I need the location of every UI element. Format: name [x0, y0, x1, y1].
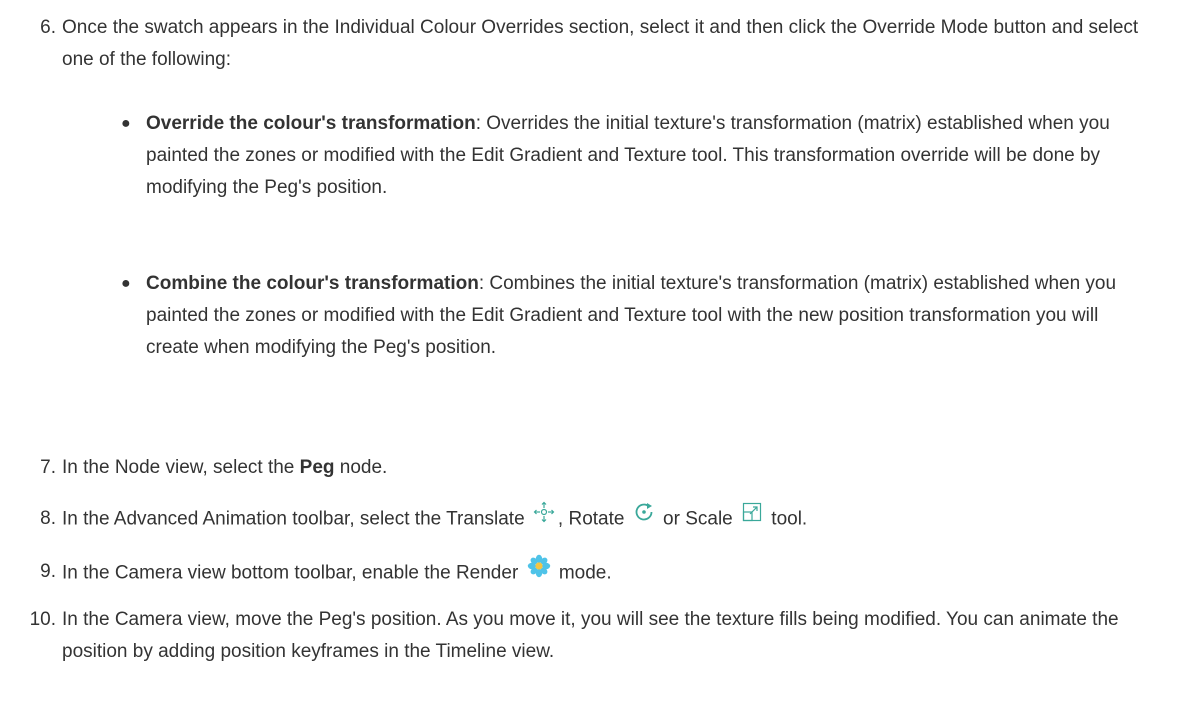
step-text-bold: Peg: [299, 457, 335, 478]
translate-icon: [533, 501, 555, 534]
step-6: 6. Once the swatch appears in the Indivi…: [40, 12, 1172, 76]
step-10: 10. In the Camera view, move the Peg's p…: [30, 604, 1172, 668]
step-text-before: In the Advanced Animation toolbar, selec…: [62, 508, 525, 530]
step-text-before: In the Camera view bottom toolbar, enabl…: [62, 562, 519, 584]
bullet-override: ● Override the colour's transformation: …: [121, 108, 1146, 204]
step-number: 7.: [40, 457, 56, 478]
bullet-icon: ●: [121, 275, 131, 292]
document-page: { "steps": { "s6": { "number": "6.", "te…: [0, 0, 1193, 717]
bullet-icon: ●: [121, 115, 131, 132]
step-number: 8.: [40, 508, 56, 529]
step-text: In the Camera view, move the Peg's posit…: [62, 609, 1119, 662]
step-text-before: In the Node view, select the: [62, 457, 300, 478]
step-number: 6.: [40, 17, 56, 38]
step-text-after: node.: [334, 457, 388, 478]
render-icon: [527, 554, 551, 589]
rotate-icon: [633, 501, 655, 534]
step-number: 10.: [29, 609, 56, 630]
step-text: Once the swatch appears in the Individua…: [62, 17, 1139, 70]
step-number: 9.: [40, 561, 56, 582]
step-8: 8. In the Advanced Animation toolbar, se…: [40, 501, 1172, 536]
step-9: 9. In the Camera view bottom toolbar, en…: [40, 554, 1172, 591]
bullet-title: Override the colour's transformation: [146, 113, 476, 134]
scale-icon: [741, 501, 763, 534]
step-text-after: tool.: [771, 508, 808, 530]
step-text-mid2: or Scale: [663, 508, 733, 530]
bullet-combine: ● Combine the colour's transformation: C…: [121, 268, 1146, 364]
bullet-title: Combine the colour's transformation: [146, 273, 479, 294]
step-text-after: mode.: [558, 562, 612, 584]
step-text-mid1: , Rotate: [557, 508, 625, 530]
step-7: 7. In the Node view, select the Peg node…: [40, 452, 1172, 484]
